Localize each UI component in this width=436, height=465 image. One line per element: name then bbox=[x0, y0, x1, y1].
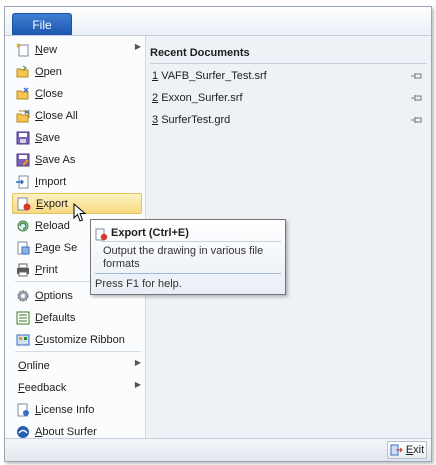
menu-item-label: Online bbox=[18, 359, 50, 372]
menu-item-customize-ribbon[interactable]: Customize Ribbon bbox=[12, 329, 142, 350]
page-setup-icon bbox=[16, 241, 30, 255]
recent-document-item[interactable]: 2 Exxon_Surfer.srf bbox=[152, 89, 432, 107]
menu-item-save[interactable]: Save bbox=[12, 127, 142, 148]
submenu-arrow-icon: ▶ bbox=[134, 358, 141, 367]
menu-item-save-as[interactable]: Save As bbox=[12, 149, 142, 170]
license-icon bbox=[16, 403, 30, 417]
tooltip-help: Press F1 for help. bbox=[95, 278, 182, 290]
menu-item-label: Defaults bbox=[35, 311, 76, 324]
menu-item-label: License Info bbox=[35, 403, 95, 416]
doc-number: 3 bbox=[152, 114, 159, 126]
menu-divider bbox=[15, 351, 141, 352]
save-as-icon bbox=[16, 153, 30, 167]
menu-item-label: Import bbox=[35, 175, 67, 188]
exit-button-label: Exit bbox=[405, 444, 425, 456]
gear-icon bbox=[16, 289, 30, 303]
menu-item-label: Feedback bbox=[18, 381, 67, 394]
menu-item-label: Print bbox=[35, 263, 58, 276]
menu-item-label: Close All bbox=[35, 109, 78, 122]
divider bbox=[95, 273, 281, 274]
menu-item-label: New bbox=[35, 43, 58, 56]
open-folder-icon bbox=[16, 65, 30, 79]
recent-documents-title: Recent Documents bbox=[150, 47, 250, 59]
menu-item-close[interactable]: Close bbox=[12, 83, 142, 104]
menu-item-label: Page Se bbox=[35, 241, 78, 254]
menu-item-label: Save As bbox=[35, 153, 76, 166]
menu-item-defaults[interactable]: Defaults bbox=[12, 307, 142, 328]
save-disk-icon bbox=[16, 131, 30, 145]
new-document-icon bbox=[16, 42, 30, 57]
menu-item-label: Close bbox=[35, 87, 64, 100]
menu-item-feedback[interactable]: Feedback ▶ bbox=[12, 377, 142, 398]
doc-number: 2 bbox=[152, 92, 159, 104]
pin-icon[interactable] bbox=[411, 116, 423, 124]
file-tab[interactable]: File bbox=[12, 13, 72, 35]
doc-name: VAFB_Surfer_Test.srf bbox=[161, 70, 267, 82]
printer-icon bbox=[16, 263, 30, 277]
backstage-footer: Exit bbox=[5, 438, 431, 461]
mouse-cursor-icon bbox=[73, 203, 87, 222]
customize-ribbon-icon bbox=[16, 333, 30, 347]
menu-item-label: Save bbox=[35, 131, 61, 144]
pin-icon[interactable] bbox=[411, 72, 423, 80]
menu-item-close-all[interactable]: Close All bbox=[12, 105, 142, 126]
menu-item-label: Export bbox=[36, 197, 68, 210]
surfer-logo-icon bbox=[16, 425, 30, 439]
menu-item-new[interactable]: New ▶ bbox=[12, 39, 142, 60]
menu-item-label: Open bbox=[35, 65, 62, 78]
menu-item-open[interactable]: Open bbox=[12, 61, 142, 82]
recent-document-item[interactable]: 3 SurferTest.grd bbox=[152, 111, 432, 129]
menu-item-label: Customize Ribbon bbox=[35, 333, 125, 346]
exit-button[interactable]: Exit bbox=[387, 441, 427, 459]
pin-icon[interactable] bbox=[411, 94, 423, 102]
export-tooltip: Export (Ctrl+E) Output the drawing in va… bbox=[90, 219, 286, 295]
divider bbox=[101, 241, 281, 242]
menu-item-online[interactable]: Online ▶ bbox=[12, 355, 142, 376]
doc-name: SurferTest.grd bbox=[161, 114, 231, 126]
tooltip-title: Export (Ctrl+E) bbox=[111, 227, 189, 239]
tooltip-description: Output the drawing in various file forma… bbox=[103, 245, 264, 270]
menu-item-label: Options bbox=[35, 289, 73, 302]
ribbon-tab-bar: File bbox=[5, 7, 431, 36]
submenu-arrow-icon: ▶ bbox=[134, 42, 141, 51]
divider bbox=[150, 63, 427, 64]
doc-name: Exxon_Surfer.srf bbox=[161, 92, 243, 104]
doc-number: 1 bbox=[152, 70, 159, 82]
menu-item-label: About Surfer bbox=[35, 425, 97, 438]
reload-icon bbox=[16, 219, 30, 233]
menu-item-label: Reload bbox=[35, 219, 70, 232]
submenu-arrow-icon: ▶ bbox=[134, 380, 141, 389]
close-folder-icon bbox=[16, 87, 30, 101]
exit-door-icon bbox=[390, 444, 403, 456]
export-icon bbox=[17, 197, 31, 211]
recent-document-item[interactable]: 1 VAFB_Surfer_Test.srf bbox=[152, 67, 432, 85]
menu-item-license-info[interactable]: License Info bbox=[12, 399, 142, 420]
defaults-list-icon bbox=[16, 311, 30, 325]
import-icon bbox=[16, 175, 30, 189]
close-all-icon bbox=[16, 109, 30, 123]
menu-item-import[interactable]: Import bbox=[12, 171, 142, 192]
export-icon bbox=[95, 228, 108, 241]
